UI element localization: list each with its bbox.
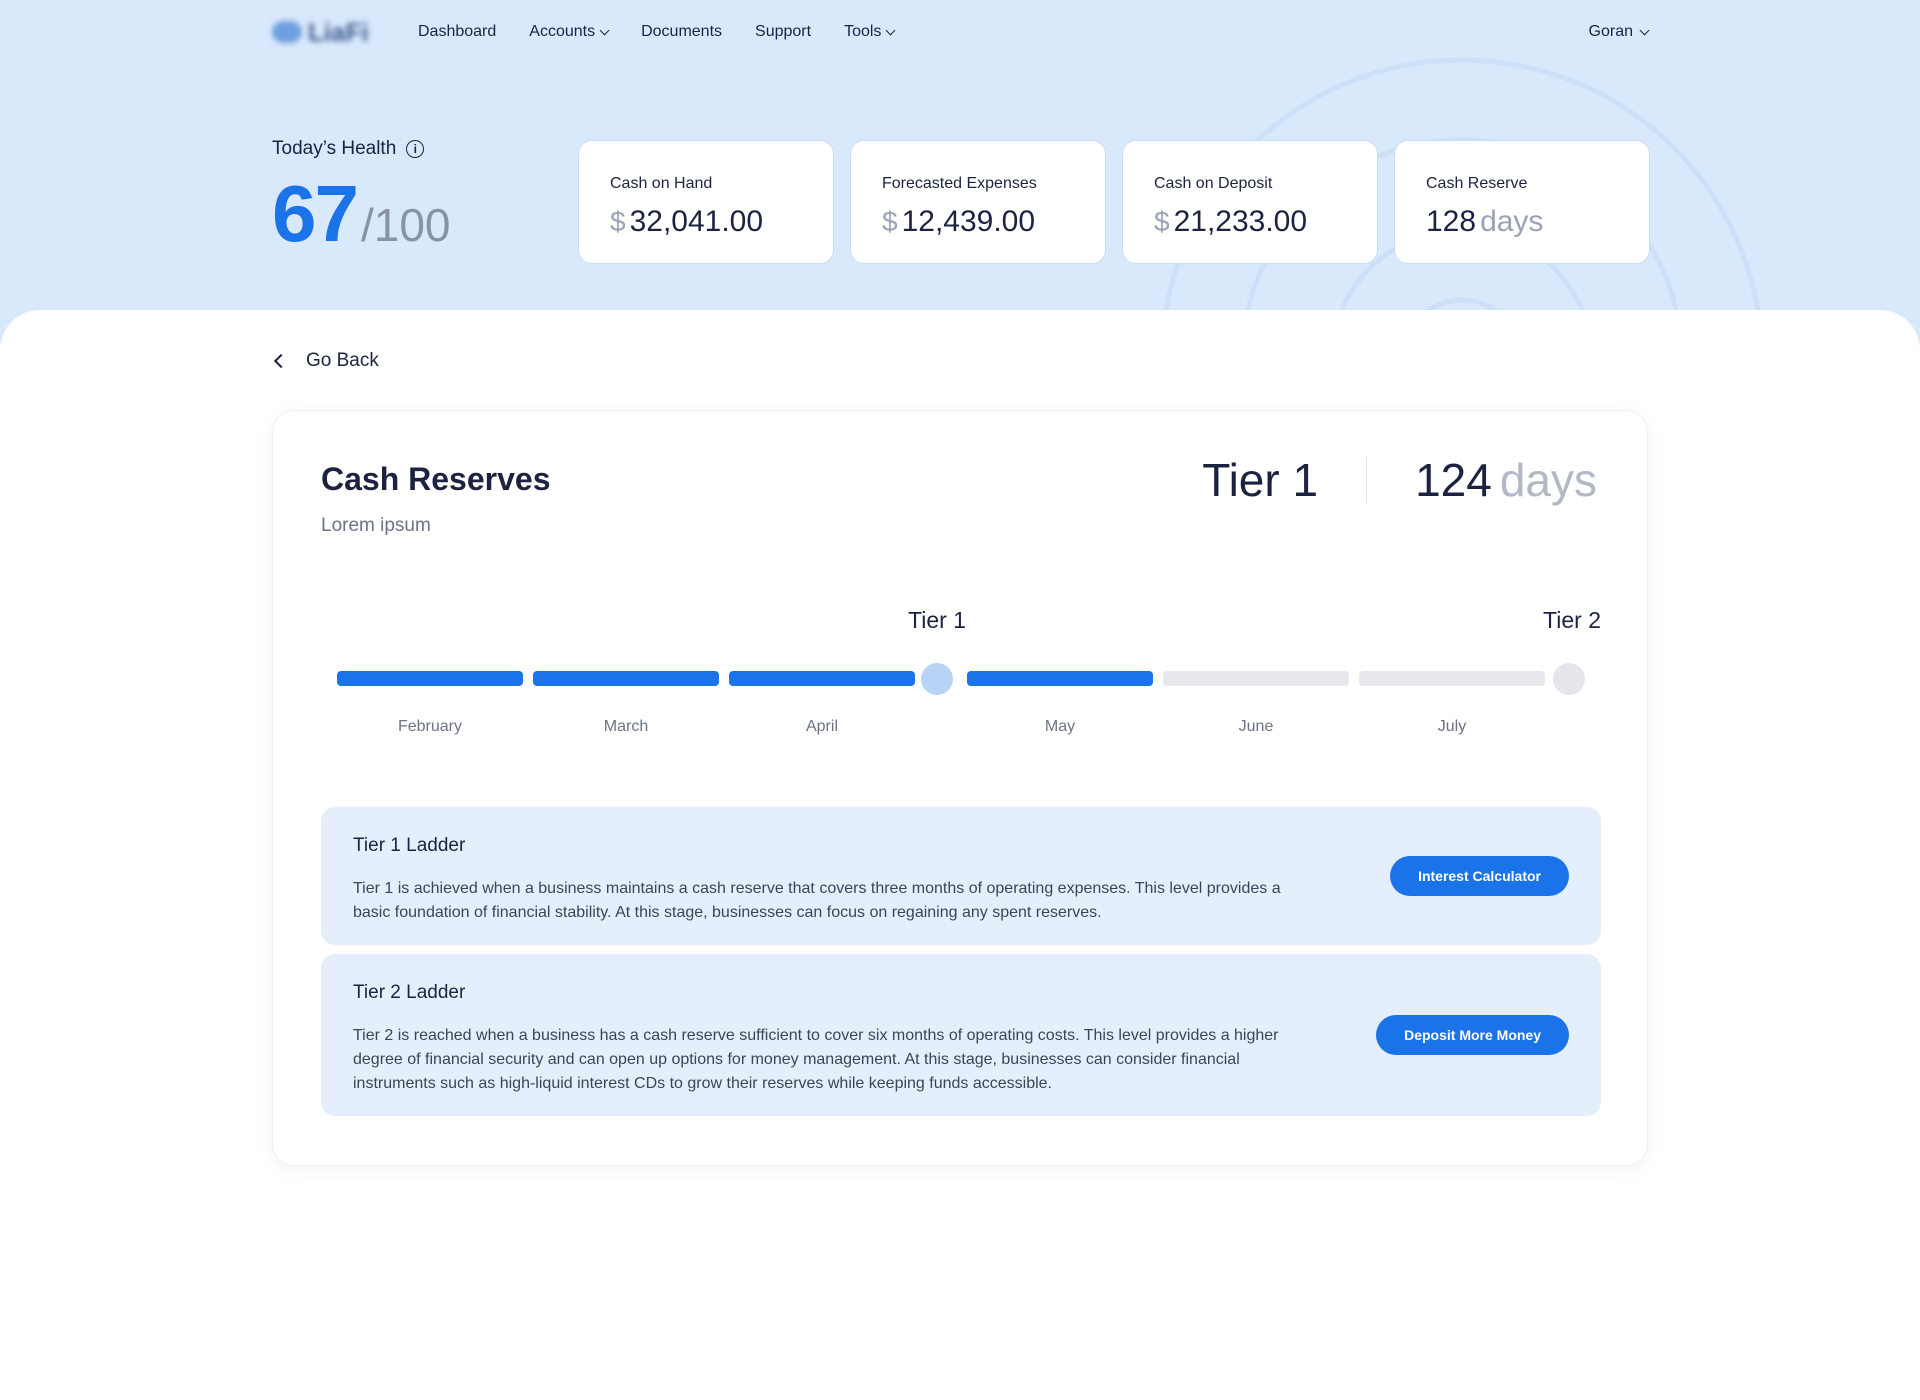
- go-back-link[interactable]: Go Back: [273, 350, 379, 372]
- ladder-title: Tier 1 Ladder: [353, 835, 466, 856]
- nav-tools[interactable]: Tools: [844, 23, 896, 41]
- current-tier-summary: Tier 1 124 days: [1202, 453, 1597, 507]
- stat-card-forecasted-expenses: Forecasted Expenses $12,439.00: [850, 140, 1106, 264]
- go-back-label: Go Back: [306, 350, 379, 371]
- chevron-left-icon: [273, 353, 289, 369]
- stat-value: 128: [1426, 205, 1477, 238]
- stat-value: 32,041.00: [629, 205, 764, 238]
- tier-1-node: [921, 663, 953, 695]
- ladder-description: Tier 2 is reached when a business has a …: [353, 1027, 1279, 1092]
- tier-2-marker-label: Tier 2: [1543, 607, 1601, 633]
- month-label: April: [805, 718, 838, 735]
- user-menu[interactable]: Goran: [1588, 23, 1650, 41]
- currency-symbol: $: [1154, 206, 1170, 237]
- health-score: Today’s Health i 67 /100: [272, 138, 451, 260]
- month-label: June: [1238, 718, 1274, 735]
- reserve-days-unit: days: [1499, 454, 1597, 506]
- nav-accounts[interactable]: Accounts: [529, 23, 610, 41]
- current-tier: Tier 1: [1202, 454, 1319, 506]
- divider: [1366, 457, 1368, 503]
- stat-label: Cash Reserve: [1426, 175, 1528, 192]
- month-label: July: [1437, 718, 1467, 735]
- ladder-description: Tier 1 is achieved when a business maint…: [353, 880, 1281, 921]
- logo-mark-icon: [272, 21, 302, 43]
- chevron-down-icon: [885, 25, 896, 35]
- progress-segment-june: [1163, 671, 1349, 686]
- currency-symbol: $: [610, 206, 626, 237]
- health-score-value: 67: [272, 169, 359, 258]
- tier-1-marker-label: Tier 1: [908, 607, 966, 633]
- health-score-max: /100: [360, 199, 451, 251]
- stat-label: Cash on Deposit: [1154, 175, 1273, 192]
- stat-unit: days: [1480, 205, 1544, 238]
- month-label: February: [397, 718, 463, 735]
- info-icon[interactable]: i: [406, 140, 425, 158]
- tier-2-node: [1553, 663, 1585, 695]
- stat-card-cash-on-deposit: Cash on Deposit $21,233.00: [1122, 140, 1378, 264]
- progress-segment-february: [337, 671, 523, 686]
- hero-banner: LiaFi Dashboard Accounts Documents Suppo…: [0, 0, 1920, 360]
- progress-segment-july: [1359, 671, 1545, 686]
- stat-value: 21,233.00: [1173, 205, 1308, 238]
- reserve-days: 124: [1415, 454, 1492, 506]
- progress-segment-may: [967, 671, 1153, 686]
- brand-logo[interactable]: LiaFi: [272, 16, 380, 48]
- stat-value: 12,439.00: [901, 205, 1036, 238]
- stat-card-cash-on-hand: Cash on Hand $32,041.00: [578, 140, 834, 264]
- month-label: March: [603, 718, 649, 735]
- panel-title: Cash Reserves: [321, 461, 551, 497]
- chevron-down-icon: [599, 25, 610, 35]
- deposit-more-money-button[interactable]: Deposit More Money: [1376, 1015, 1569, 1055]
- progress-segment-march: [533, 671, 719, 686]
- progress-segment-april: [729, 671, 915, 686]
- interest-calculator-button[interactable]: Interest Calculator: [1390, 856, 1569, 896]
- ladder-title: Tier 2 Ladder: [353, 982, 466, 1003]
- chevron-down-icon: [1639, 25, 1650, 35]
- nav-documents[interactable]: Documents: [641, 23, 722, 41]
- user-name: Goran: [1588, 23, 1633, 40]
- nav-support[interactable]: Support: [755, 23, 811, 41]
- top-navigation: LiaFi Dashboard Accounts Documents Suppo…: [272, 14, 1650, 50]
- stat-label: Cash on Hand: [610, 175, 713, 192]
- cash-reserves-panel: Cash Reserves Lorem ipsum Tier 1 124 day…: [272, 410, 1648, 1166]
- tier-progress-track: Tier 1 Tier 2 February March April May J…: [321, 607, 1601, 747]
- tier-1-ladder-card: Tier 1 Ladder Tier 1 is achieved when a …: [321, 807, 1601, 945]
- currency-symbol: $: [882, 206, 898, 237]
- stat-label: Forecasted Expenses: [882, 175, 1037, 192]
- nav-dashboard[interactable]: Dashboard: [418, 23, 496, 41]
- health-title: Today’s Health: [272, 138, 397, 159]
- month-label: May: [1044, 718, 1076, 735]
- panel-subtitle: Lorem ipsum: [321, 515, 431, 536]
- tier-2-ladder-card: Tier 2 Ladder Tier 2 is reached when a b…: [321, 954, 1601, 1116]
- stat-card-cash-reserve: Cash Reserve 128 days: [1394, 140, 1650, 264]
- main-content: Go Back Cash Reserves Lorem ipsum Tier 1…: [0, 310, 1920, 1400]
